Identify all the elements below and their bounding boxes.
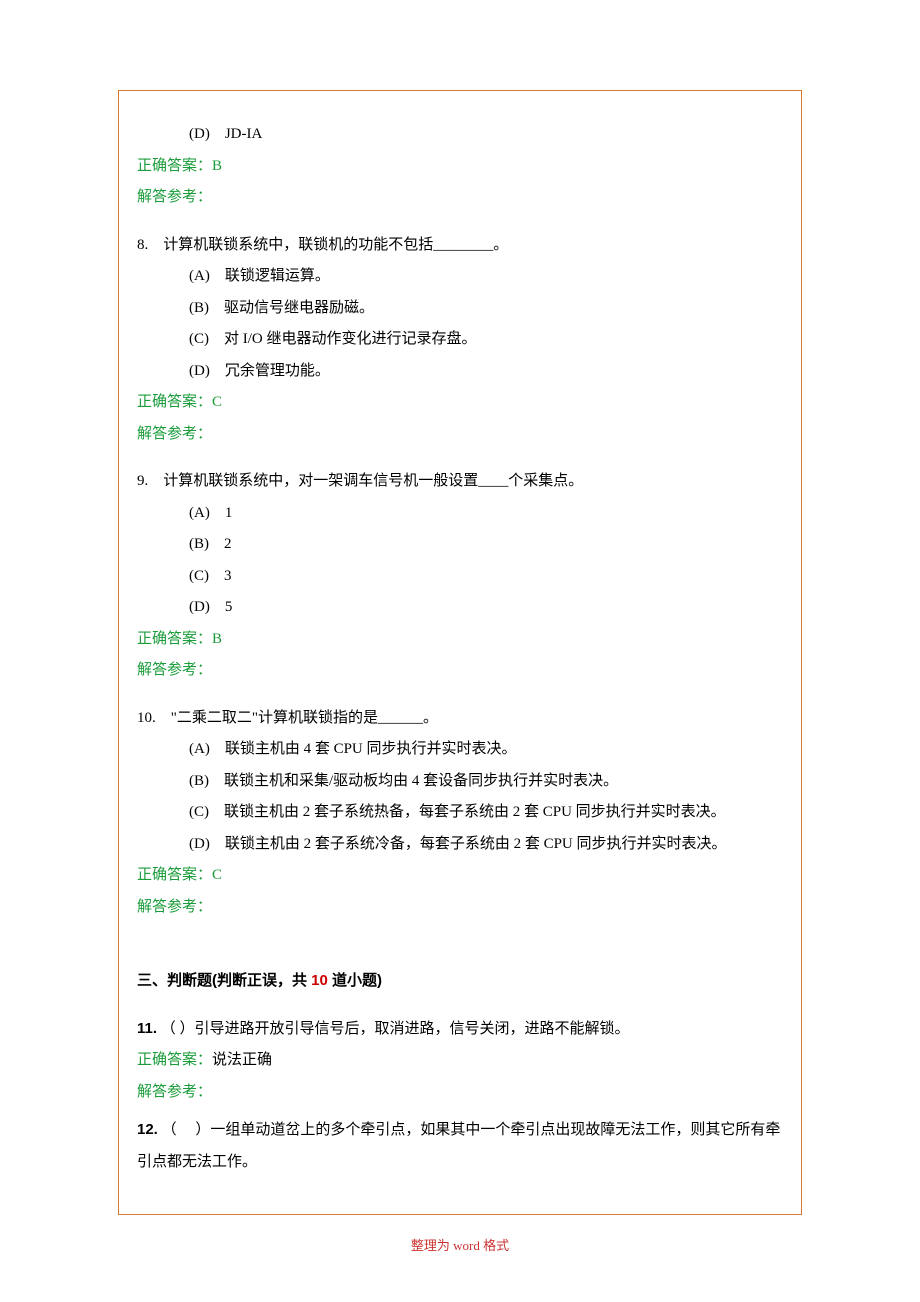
q12-block: 12. （ ）一组单动道岔上的多个牵引点，如果其中一个牵引点出现故障无法工作，则… (137, 1114, 783, 1178)
q11-reference: 解答参考： (137, 1077, 783, 1109)
q8-option-c: (C) 对 I/O 继电器动作变化进行记录存盘。 (137, 324, 783, 356)
q11-answer-label: 正确答案： (137, 1052, 212, 1068)
q9-option-a: (A) 1 (137, 498, 783, 530)
q9-reference: 解答参考： (137, 655, 783, 687)
page-frame: (D) JD-IA 正确答案：B 解答参考： 8. 计算机联锁系统中，联锁机的功… (118, 90, 802, 1215)
section-3-count: 10 (311, 972, 328, 989)
q9-option-b: (B) 2 (137, 529, 783, 561)
q12-stem-line: 12. （ ）一组单动道岔上的多个牵引点，如果其中一个牵引点出现故障无法工作，则… (137, 1114, 783, 1178)
q8-option-a: (A) 联锁逻辑运算。 (137, 261, 783, 293)
q11-answer-value: 说法正确 (212, 1052, 272, 1068)
q7-option-d: (D) JD-IA (137, 119, 783, 151)
q8-option-b: (B) 驱动信号继电器励磁。 (137, 293, 783, 325)
q9-correct-answer: 正确答案：B (137, 624, 783, 656)
q10-block: 10. "二乘二取二"计算机联锁指的是______。 (A) 联锁主机由 4 套… (137, 703, 783, 924)
q11-block: 11. （ ）引导进路开放引导信号后，取消进路，信号关闭，进路不能解锁。 正确答… (137, 1013, 783, 1109)
q12-stem: （ ）一组单动道岔上的多个牵引点，如果其中一个牵引点出现故障无法工作，则其它所有… (137, 1122, 780, 1170)
page-footer: 整理为 word 格式 (0, 1235, 920, 1254)
q7-correct-answer: 正确答案：B (137, 151, 783, 183)
q8-correct-answer: 正确答案：C (137, 387, 783, 419)
q7-reference: 解答参考： (137, 182, 783, 214)
q11-answer-line: 正确答案：说法正确 (137, 1045, 783, 1077)
q8-option-d: (D) 冗余管理功能。 (137, 356, 783, 388)
q8-block: 8. 计算机联锁系统中，联锁机的功能不包括________。 (A) 联锁逻辑运… (137, 230, 783, 451)
section-3-title-pre: 三、判断题(判断正误，共 (137, 972, 311, 989)
q11-stem-line: 11. （ ）引导进路开放引导信号后，取消进路，信号关闭，进路不能解锁。 (137, 1013, 783, 1046)
q8-stem: 8. 计算机联锁系统中，联锁机的功能不包括________。 (137, 230, 783, 262)
q10-option-a: (A) 联锁主机由 4 套 CPU 同步执行并实时表决。 (137, 734, 783, 766)
q11-number: 11. (137, 1020, 157, 1037)
q10-stem: 10. "二乘二取二"计算机联锁指的是______。 (137, 703, 783, 735)
q9-block: 9. 计算机联锁系统中，对一架调车信号机一般设置____个采集点。 (A) 1 … (137, 466, 783, 687)
q12-number: 12. (137, 1121, 158, 1138)
q11-stem: （ ）引导进路开放引导信号后，取消进路，信号关闭，进路不能解锁。 (161, 1021, 630, 1037)
q10-correct-answer: 正确答案：C (137, 860, 783, 892)
q9-stem: 9. 计算机联锁系统中，对一架调车信号机一般设置____个采集点。 (137, 466, 783, 498)
section-3-title: 三、判断题(判断正误，共 10 道小题) (137, 965, 783, 997)
q10-reference: 解答参考： (137, 892, 783, 924)
q10-option-d: (D) 联锁主机由 2 套子系统冷备，每套子系统由 2 套 CPU 同步执行并实… (137, 829, 783, 861)
q9-option-c: (C) 3 (137, 561, 783, 593)
q10-option-b: (B) 联锁主机和采集/驱动板均由 4 套设备同步执行并实时表决。 (137, 766, 783, 798)
q9-option-d: (D) 5 (137, 592, 783, 624)
q8-reference: 解答参考： (137, 419, 783, 451)
section-3-title-post: 道小题) (328, 972, 382, 989)
q10-option-c: (C) 联锁主机由 2 套子系统热备，每套子系统由 2 套 CPU 同步执行并实… (137, 797, 783, 829)
